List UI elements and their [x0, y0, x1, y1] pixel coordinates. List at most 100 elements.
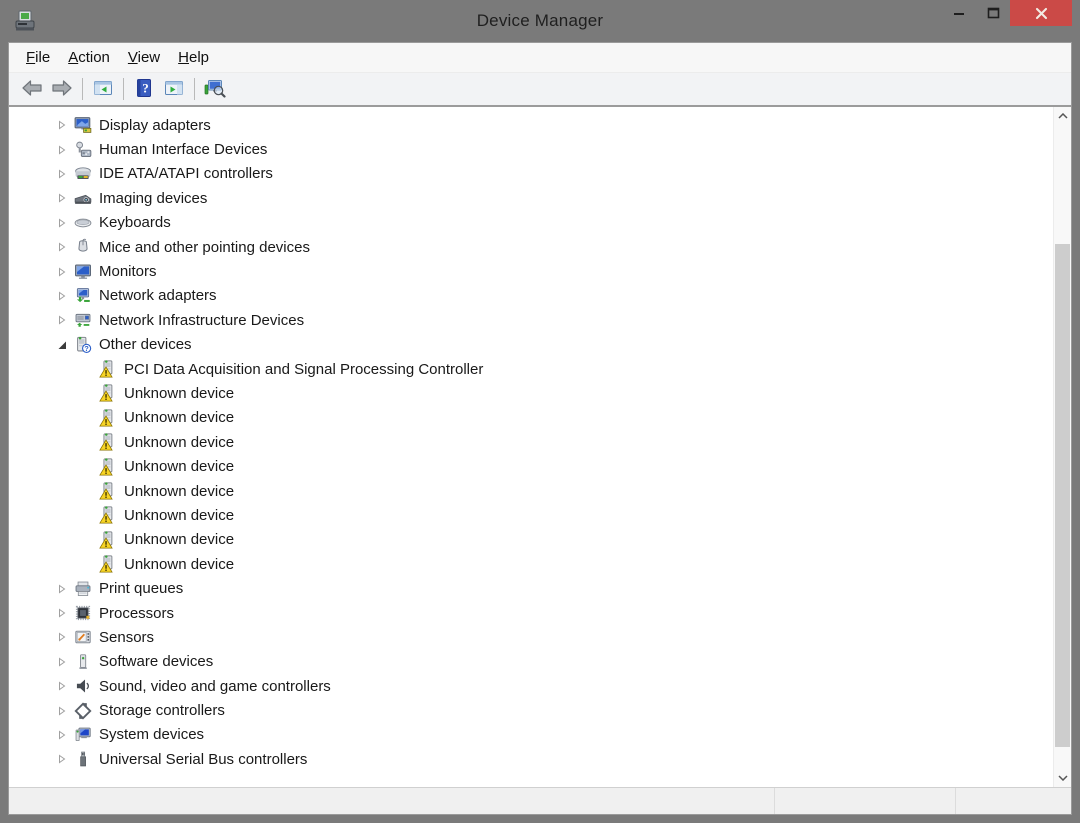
- tree-item[interactable]: Unknown device: [9, 528, 1053, 552]
- tree-item[interactable]: Unknown device: [9, 430, 1053, 454]
- collapsed-arrow-icon[interactable]: [55, 289, 69, 303]
- window-body: File Action View Help ? Display adapters Hum…: [8, 42, 1072, 815]
- tree-item-label: Sensors: [99, 628, 155, 646]
- collapsed-arrow-icon[interactable]: [55, 118, 69, 132]
- tree-item[interactable]: Network Infrastructure Devices: [9, 308, 1053, 332]
- tree-item[interactable]: Human Interface Devices: [9, 137, 1053, 161]
- tree-item[interactable]: Unknown device: [9, 503, 1053, 527]
- collapsed-arrow-icon[interactable]: [55, 752, 69, 766]
- tree-item-label: Keyboards: [99, 214, 171, 232]
- scrollbar-track[interactable]: [1054, 125, 1071, 769]
- collapsed-arrow-icon[interactable]: [55, 265, 69, 279]
- tree-item[interactable]: Software devices: [9, 650, 1053, 674]
- tree-item[interactable]: Sensors: [9, 625, 1053, 649]
- tree-item[interactable]: Unknown device: [9, 454, 1053, 478]
- menu-view[interactable]: View: [119, 46, 169, 69]
- tree-item[interactable]: ? Other devices: [9, 333, 1053, 357]
- scroll-up-button[interactable]: [1054, 107, 1071, 125]
- tree-item[interactable]: Unknown device: [9, 381, 1053, 405]
- toolbar-separator: [123, 78, 124, 100]
- scan-computer-icon: [204, 78, 226, 101]
- ide-controller-icon: [74, 165, 92, 183]
- usb-controller-icon: [74, 750, 92, 768]
- tree-item[interactable]: Monitors: [9, 259, 1053, 283]
- title-bar[interactable]: Device Manager: [0, 0, 1080, 42]
- tree-item-label: Unknown device: [124, 555, 235, 573]
- tree-item[interactable]: Universal Serial Bus controllers: [9, 747, 1053, 771]
- collapsed-arrow-icon[interactable]: [55, 582, 69, 596]
- monitor-icon: [74, 263, 92, 281]
- tree-item-label: Mice and other pointing devices: [99, 238, 310, 256]
- tree-item[interactable]: Print queues: [9, 576, 1053, 600]
- tree-item-label: Unknown device: [124, 531, 235, 549]
- scroll-down-button[interactable]: [1054, 769, 1071, 787]
- vertical-scrollbar[interactable]: [1053, 107, 1071, 787]
- collapsed-arrow-icon[interactable]: [55, 313, 69, 327]
- collapsed-arrow-icon[interactable]: [55, 728, 69, 742]
- tree-item-label: Monitors: [99, 263, 157, 281]
- collapsed-arrow-icon[interactable]: [55, 630, 69, 644]
- collapsed-arrow-icon[interactable]: [55, 143, 69, 157]
- window-controls: [942, 0, 1072, 26]
- tree-item-label: PCI Data Acquisition and Signal Processi…: [124, 360, 484, 378]
- tree-item[interactable]: Storage controllers: [9, 698, 1053, 722]
- collapsed-arrow-icon[interactable]: [55, 216, 69, 230]
- speaker-icon: [74, 677, 92, 695]
- show-hide-console-tree-button[interactable]: [88, 75, 118, 103]
- tree-item[interactable]: Processors: [9, 601, 1053, 625]
- network-infrastructure-icon: [74, 311, 92, 329]
- tree-item-label: Display adapters: [99, 116, 211, 134]
- show-hide-action-pane-button[interactable]: [159, 75, 189, 103]
- tree-item[interactable]: Unknown device: [9, 552, 1053, 576]
- keyboard-icon: [74, 214, 92, 232]
- unknown-device-warning-icon: [99, 433, 117, 451]
- menu-action[interactable]: Action: [59, 46, 119, 69]
- tree-item-label: Human Interface Devices: [99, 141, 268, 159]
- svg-text:?: ?: [84, 344, 88, 353]
- collapsed-arrow-icon[interactable]: [55, 679, 69, 693]
- svg-text:?: ?: [142, 80, 149, 95]
- tree-item-label: Imaging devices: [99, 189, 208, 207]
- collapsed-arrow-icon[interactable]: [55, 191, 69, 205]
- tree-item[interactable]: Unknown device: [9, 406, 1053, 430]
- unknown-device-warning-icon: [99, 384, 117, 402]
- console-tree-icon: [93, 79, 113, 100]
- action-pane-icon: [164, 79, 184, 100]
- back-button[interactable]: [17, 75, 47, 103]
- collapsed-arrow-icon[interactable]: [55, 167, 69, 181]
- help-button[interactable]: ?: [129, 75, 159, 103]
- expanded-arrow-icon[interactable]: [55, 338, 69, 352]
- tree-item[interactable]: System devices: [9, 723, 1053, 747]
- tree-item-label: Unknown device: [124, 506, 235, 524]
- tree-panel: Display adapters Human Interface Devices I…: [9, 107, 1071, 787]
- scrollbar-thumb[interactable]: [1055, 244, 1070, 747]
- close-button[interactable]: [1010, 0, 1072, 26]
- tree-item-label: Unknown device: [124, 433, 235, 451]
- toolbar-separator: [194, 78, 195, 100]
- unknown-device-warning-icon: [99, 409, 117, 427]
- mouse-icon: [74, 238, 92, 256]
- back-arrow-icon: [21, 79, 43, 100]
- menu-help[interactable]: Help: [169, 46, 218, 69]
- window-title: Device Manager: [476, 11, 604, 30]
- tree-item[interactable]: Network adapters: [9, 284, 1053, 308]
- collapsed-arrow-icon[interactable]: [55, 655, 69, 669]
- tree-item-label: Software devices: [99, 653, 214, 671]
- tree-item[interactable]: Imaging devices: [9, 186, 1053, 210]
- tree-item[interactable]: Sound, video and game controllers: [9, 674, 1053, 698]
- tree-item[interactable]: Unknown device: [9, 479, 1053, 503]
- menu-file[interactable]: File: [17, 46, 59, 69]
- tree-item[interactable]: PCI Data Acquisition and Signal Processi…: [9, 357, 1053, 381]
- tree-item[interactable]: Keyboards: [9, 211, 1053, 235]
- scan-for-hardware-changes-button[interactable]: [200, 75, 230, 103]
- tree-item[interactable]: Display adapters: [9, 113, 1053, 137]
- forward-button[interactable]: [47, 75, 77, 103]
- collapsed-arrow-icon[interactable]: [55, 606, 69, 620]
- tree-item[interactable]: Mice and other pointing devices: [9, 235, 1053, 259]
- minimize-button[interactable]: [942, 0, 976, 26]
- collapsed-arrow-icon[interactable]: [55, 240, 69, 254]
- status-bar: [9, 787, 1071, 814]
- tree-item[interactable]: IDE ATA/ATAPI controllers: [9, 162, 1053, 186]
- collapsed-arrow-icon[interactable]: [55, 704, 69, 718]
- maximize-button[interactable]: [976, 0, 1010, 26]
